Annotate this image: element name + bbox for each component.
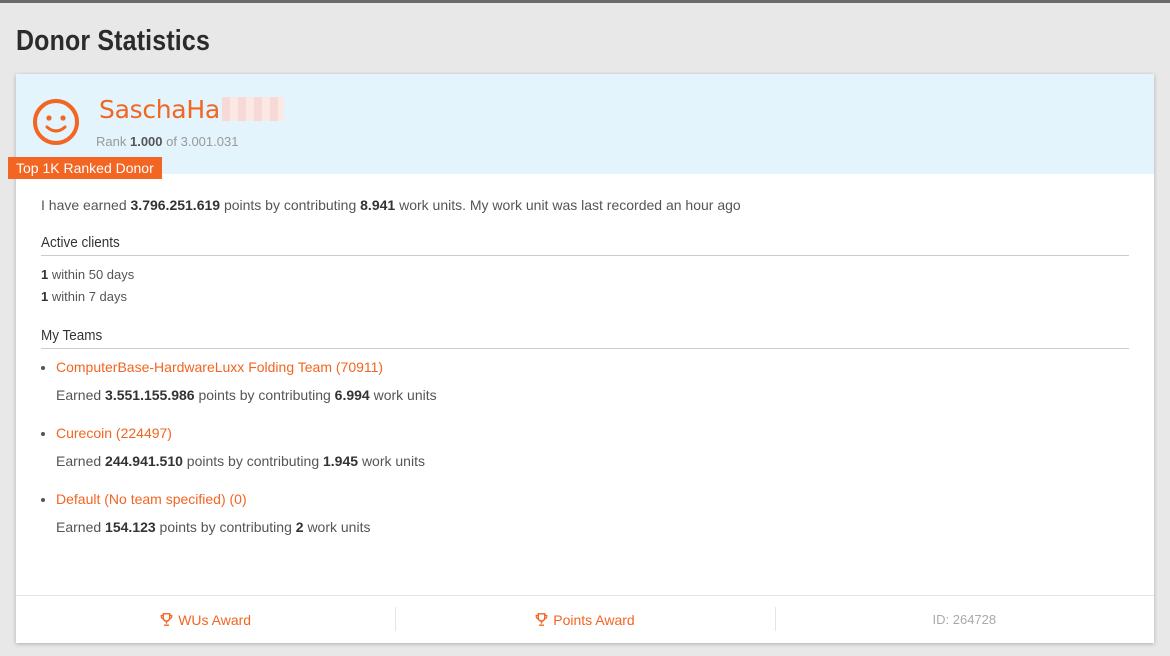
active-clients-list: 1 within 50 days 1 within 7 days [41, 264, 134, 308]
my-teams-heading: My Teams [41, 327, 1129, 349]
team-stats: Earned 244.941.510 points by contributin… [56, 453, 425, 469]
team-item: Curecoin (224497) Earned 244.941.510 poi… [41, 425, 1129, 491]
team-link[interactable]: Default (No team specified) (0) [56, 491, 247, 507]
active-clients-heading: Active clients [41, 234, 1129, 256]
rank-badge: Top 1K Ranked Donor [8, 157, 162, 179]
team-item: ComputerBase-HardwareLuxx Folding Team (… [41, 359, 1129, 425]
teams-list: ComputerBase-HardwareLuxx Folding Team (… [41, 359, 1129, 557]
team-item: Default (No team specified) (0) Earned 1… [41, 491, 1129, 557]
card-footer: WUs Award Points Award ID: 264728 [16, 595, 1154, 643]
donor-card: SaschaHa Rank 1.000 of 3.001.031 Top 1K … [8, 74, 1154, 643]
points-award-button[interactable]: Points Award [395, 596, 774, 643]
donor-id: ID: 264728 [774, 596, 1154, 643]
client-row: 1 within 7 days [41, 289, 128, 304]
smiley-avatar-icon [33, 99, 79, 145]
team-link[interactable]: Curecoin (224497) [56, 425, 172, 441]
summary-text: I have earned 3.796.251.619 points by co… [41, 197, 741, 213]
trophy-icon [160, 613, 173, 626]
redacted-name-blur [221, 97, 284, 121]
trophy-icon [535, 613, 548, 626]
team-stats: Earned 3.551.155.986 points by contribut… [56, 387, 437, 403]
team-stats: Earned 154.123 points by contributing 2 … [56, 519, 371, 535]
page-title: Donor Statistics [16, 25, 210, 57]
client-row: 1 within 50 days [41, 267, 135, 282]
donor-header: SaschaHa Rank 1.000 of 3.001.031 [16, 74, 1154, 174]
rank-line: Rank 1.000 of 3.001.031 [96, 134, 239, 149]
rank-value: 1.000 [129, 134, 163, 149]
donor-name: SaschaHa [99, 95, 284, 124]
wus-award-button[interactable]: WUs Award [16, 596, 395, 643]
team-link[interactable]: ComputerBase-HardwareLuxx Folding Team (… [56, 359, 383, 375]
